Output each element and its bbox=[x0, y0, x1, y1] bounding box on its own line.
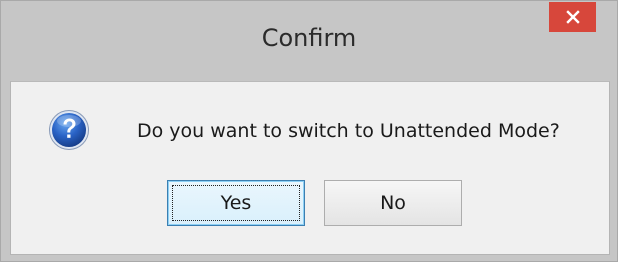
no-button[interactable]: No bbox=[324, 180, 462, 226]
close-icon bbox=[565, 10, 580, 24]
dialog-message: Do you want to switch to Unattended Mode… bbox=[137, 120, 560, 142]
confirm-dialog-window: Confirm Do you want to switch to Unatten… bbox=[0, 0, 618, 262]
dialog-body: Do you want to switch to Unattended Mode… bbox=[10, 81, 610, 255]
title-bar[interactable]: Confirm bbox=[1, 1, 617, 81]
focus-rectangle bbox=[172, 185, 300, 221]
close-button[interactable] bbox=[549, 2, 596, 32]
yes-button[interactable]: Yes bbox=[167, 180, 305, 226]
window-title: Confirm bbox=[261, 24, 357, 52]
no-button-label: No bbox=[380, 192, 406, 214]
question-icon bbox=[48, 109, 90, 151]
